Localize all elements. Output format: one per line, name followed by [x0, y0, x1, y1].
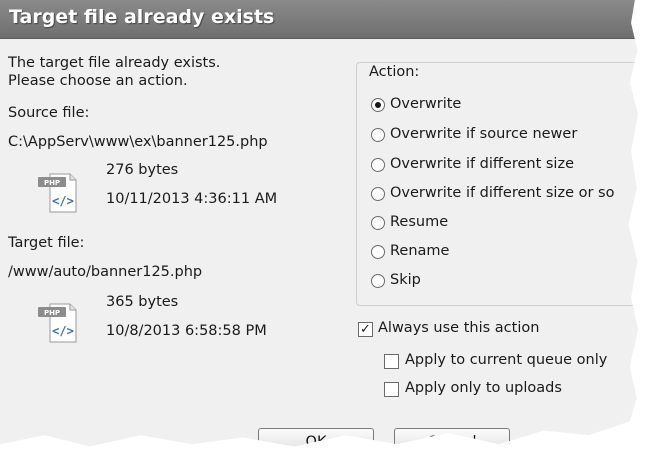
- radio-button[interactable]: [371, 187, 385, 201]
- ok-button[interactable]: OK: [258, 428, 374, 447]
- source-file-size: 276 bytes: [106, 162, 179, 178]
- dialog-title: Target file already exists: [9, 6, 275, 28]
- message-line-1: The target file already exists.: [8, 55, 221, 71]
- title-bar[interactable]: Target file already exists: [0, 0, 639, 39]
- radio-button[interactable]: [371, 245, 385, 259]
- radio-button[interactable]: [371, 128, 385, 142]
- checkbox-box[interactable]: ✓: [358, 322, 373, 337]
- radio-button[interactable]: [371, 216, 385, 230]
- php-file-icon: PHP </>: [38, 173, 77, 213]
- checkbox-label: Apply only to uploads: [405, 380, 562, 396]
- checkbox-box[interactable]: [384, 354, 399, 369]
- checkbox-label: Always use this action: [378, 320, 540, 336]
- target-file-label: Target file:: [8, 235, 85, 251]
- radio-label: Overwrite if different size: [390, 156, 574, 172]
- target-file-path: /www/auto/banner125.php: [8, 264, 203, 280]
- radio-label: Skip: [390, 272, 421, 288]
- radio-label: Overwrite if different size or so: [390, 185, 615, 201]
- code-glyph: </>: [52, 194, 74, 208]
- checkbox-label: Apply to current queue only: [405, 352, 608, 368]
- radio-button[interactable]: [371, 98, 385, 112]
- cancel-button[interactable]: Cancel: [394, 428, 510, 447]
- source-file-label: Source file:: [8, 105, 90, 121]
- message-line-2: Please choose an action.: [8, 73, 188, 89]
- php-file-icon: PHP </>: [38, 303, 77, 343]
- radio-label: Overwrite: [390, 96, 462, 112]
- radio-label: Rename: [390, 243, 450, 259]
- source-file-modified: 10/11/2013 4:36:11 AM: [106, 191, 278, 207]
- checkbox-box[interactable]: [384, 382, 399, 397]
- radio-button[interactable]: [371, 274, 385, 288]
- radio-label: Overwrite if source newer: [390, 126, 578, 142]
- php-badge-label: PHP: [44, 179, 60, 187]
- php-badge-label: PHP: [44, 309, 60, 317]
- code-glyph: </>: [52, 324, 74, 338]
- radio-label: Resume: [390, 214, 449, 230]
- source-file-path: C:\AppServ\www\ex\banner125.php: [8, 134, 268, 150]
- target-file-modified: 10/8/2013 6:58:58 PM: [106, 323, 267, 339]
- target-file-size: 365 bytes: [106, 294, 179, 310]
- action-legend: Action:: [366, 64, 423, 80]
- target-exists-dialog: Target file already exists The target fi…: [0, 0, 639, 447]
- radio-button[interactable]: [371, 158, 385, 172]
